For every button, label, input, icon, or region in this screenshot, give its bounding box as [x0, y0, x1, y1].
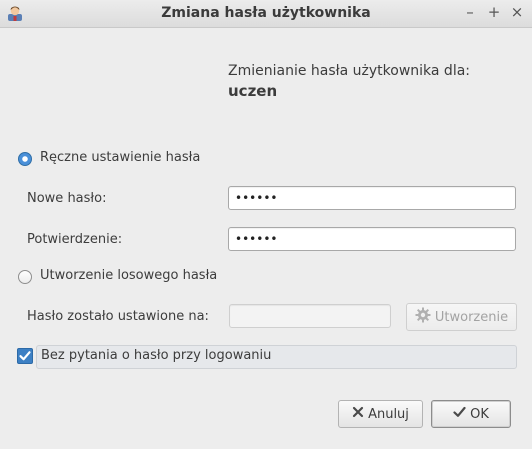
generate-button[interactable]: Utworzenie	[406, 303, 517, 331]
no-ask-password-checkbox[interactable]	[17, 348, 33, 364]
random-password-radio-label[interactable]: Utworzenie losowego hasła	[40, 268, 217, 283]
gear-icon	[415, 307, 431, 327]
heading-text: Zmienianie hasła użytkownika dla:	[228, 63, 470, 79]
confirm-password-label: Potwierdzenie:	[27, 232, 123, 247]
cancel-button[interactable]: Anuluj	[338, 400, 423, 428]
minimize-button[interactable]: –	[462, 3, 478, 21]
ok-button-label: OK	[470, 406, 489, 422]
username-label: uczen	[228, 82, 278, 100]
new-password-label: Nowe hasło:	[27, 191, 107, 206]
manual-password-radio-label[interactable]: Ręczne ustawienie hasła	[40, 150, 200, 165]
random-password-radio[interactable]	[18, 270, 32, 284]
new-password-field[interactable]	[228, 186, 516, 210]
password-set-to-label: Hasło zostało ustawione na:	[27, 309, 209, 324]
confirm-password-field[interactable]	[228, 227, 516, 251]
generated-password-field[interactable]	[229, 304, 391, 328]
no-ask-password-label[interactable]: Bez pytania o hasło przy logowaniu	[41, 348, 271, 363]
window-title: Zmiana hasła użytkownika	[161, 5, 371, 21]
maximize-button[interactable]: +	[486, 3, 502, 21]
generate-button-label: Utworzenie	[434, 309, 509, 325]
ok-button[interactable]: OK	[431, 400, 511, 428]
title-bar: Zmiana hasła użytkownika – + ×	[0, 0, 532, 28]
close-icon	[352, 406, 364, 422]
manual-password-radio[interactable]	[18, 152, 32, 166]
close-button[interactable]: ×	[509, 3, 525, 21]
checkmark-icon	[453, 406, 466, 422]
cancel-button-label: Anuluj	[368, 406, 409, 422]
